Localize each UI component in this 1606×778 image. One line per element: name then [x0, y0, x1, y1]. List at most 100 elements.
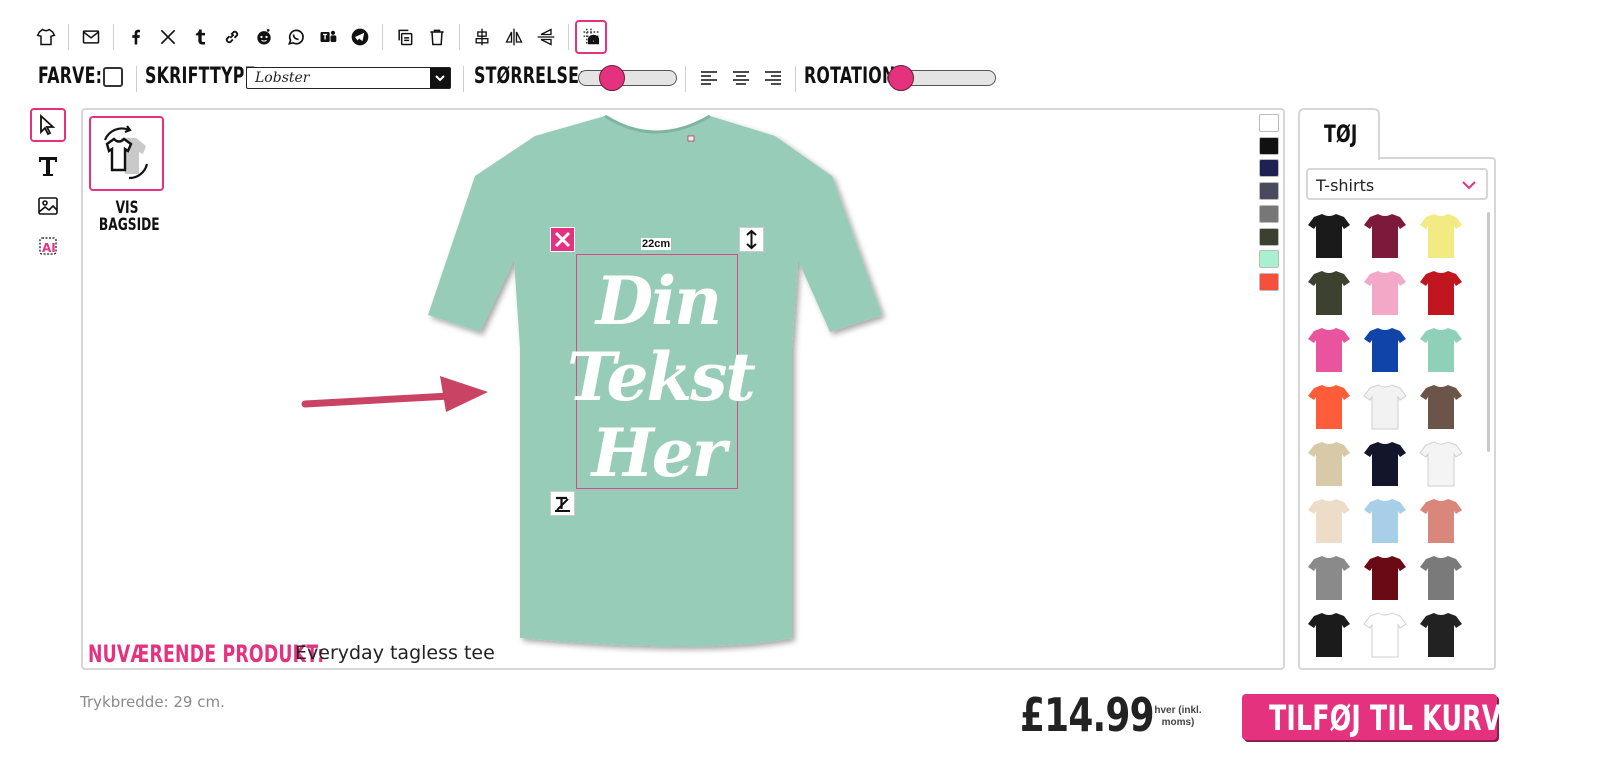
color-label: FARVE:: [38, 64, 103, 89]
print-width: Trykbredde: 29 cm.: [80, 693, 225, 711]
add-to-cart-label: TILFØJ TIL KURV: [1269, 699, 1502, 739]
product-thumbnail[interactable]: [1362, 496, 1408, 546]
resize-vertical-icon: [746, 229, 757, 250]
color-picker[interactable]: [103, 67, 123, 87]
edit-text-icon: [555, 496, 570, 512]
product-thumbnail[interactable]: [1362, 382, 1408, 432]
product-thumbnail[interactable]: [1362, 553, 1408, 603]
font-select[interactable]: Lobster: [246, 67, 451, 89]
swap-side-icon: [103, 125, 149, 180]
tab-clothes[interactable]: TØJ: [1298, 108, 1380, 160]
trash-icon[interactable]: [421, 20, 453, 54]
product-thumbnail[interactable]: [1418, 268, 1464, 318]
edit-element-button[interactable]: [550, 491, 575, 516]
price: £14.99: [1020, 688, 1155, 742]
product-thumbnail[interactable]: [1306, 610, 1352, 660]
align-center-text-icon[interactable]: [730, 67, 754, 89]
tab-clothes-label: TØJ: [1324, 120, 1358, 148]
color-swatch[interactable]: [1259, 182, 1279, 201]
flip-vertical-icon[interactable]: [530, 20, 562, 54]
text-icon[interactable]: [30, 149, 66, 183]
current-product: NUVÆRENDE PRODUKT: Everyday tagless tee: [88, 640, 495, 668]
pinterest-icon[interactable]: [216, 20, 248, 54]
copy-icon[interactable]: [389, 20, 421, 54]
show-back-label: VIS BAGSIDE: [88, 200, 166, 234]
flip-horizontal-icon[interactable]: [498, 20, 530, 54]
product-thumbnail[interactable]: [1418, 325, 1464, 375]
ai-icon[interactable]: AI: [30, 229, 66, 263]
color-swatch[interactable]: [1259, 159, 1279, 178]
product-thumbnail[interactable]: [1362, 439, 1408, 489]
current-product-label: NUVÆRENDE PRODUKT:: [88, 640, 325, 668]
pointer-icon[interactable]: [30, 108, 66, 142]
rotation-slider-knob[interactable]: [888, 65, 914, 91]
mail-icon[interactable]: [75, 20, 107, 54]
price-note-line2: moms): [1161, 717, 1195, 728]
design-text: Din Tekst Her: [567, 262, 756, 492]
reddit-icon[interactable]: [248, 20, 280, 54]
size-slider[interactable]: [578, 65, 677, 91]
product-thumbnail[interactable]: [1362, 268, 1408, 318]
align-right-icon[interactable]: [762, 67, 786, 89]
product-thumbnail[interactable]: [1418, 211, 1464, 261]
product-thumbnail[interactable]: [1362, 211, 1408, 261]
facebook-icon[interactable]: [120, 20, 152, 54]
text-align-group: [698, 67, 786, 89]
chevron-down-icon: [430, 68, 450, 88]
image-icon[interactable]: [30, 189, 66, 223]
product-thumbnail[interactable]: [1306, 382, 1352, 432]
close-icon: [554, 231, 571, 248]
category-select-value: T-shirts: [1316, 176, 1375, 195]
tumblr-icon[interactable]: [184, 20, 216, 54]
align-center-icon[interactable]: [466, 20, 498, 54]
color-swatch[interactable]: [1259, 250, 1279, 269]
dimension-label: 22cm: [641, 238, 672, 250]
share-toolbar: [30, 18, 607, 56]
price-note-line1: hver (inkl.: [1154, 705, 1202, 716]
category-select[interactable]: T-shirts: [1306, 168, 1488, 200]
font-select-value: Lobster: [255, 70, 310, 86]
current-product-name: Everyday tagless tee: [295, 642, 495, 664]
product-thumbnail[interactable]: [1418, 610, 1464, 660]
design-text-box[interactable]: Din Tekst Her: [567, 254, 756, 491]
color-swatch[interactable]: [1259, 227, 1279, 246]
tshirt-icon[interactable]: [30, 20, 62, 54]
color-swatch[interactable]: [1259, 114, 1279, 132]
product-thumbnail[interactable]: [1306, 496, 1352, 546]
align-left-icon[interactable]: [698, 67, 722, 89]
design-text-line-3: Her: [591, 414, 726, 492]
x-icon[interactable]: [152, 20, 184, 54]
panel-scrollbar[interactable]: [1487, 212, 1490, 452]
product-thumbnail[interactable]: [1418, 439, 1464, 489]
design-text-line-1: Din: [595, 262, 722, 340]
product-thumbnail[interactable]: [1306, 553, 1352, 603]
add-to-cart-button[interactable]: TILFØJ TIL KURV: [1242, 694, 1501, 740]
resize-handle[interactable]: [739, 227, 764, 252]
product-thumbnail[interactable]: [1306, 439, 1352, 489]
color-swatch[interactable]: [1259, 272, 1279, 291]
size-label: STØRRELSE:: [474, 64, 586, 89]
grid-helmet-icon[interactable]: [575, 20, 607, 54]
product-thumbnail[interactable]: [1306, 211, 1352, 261]
delete-element-button[interactable]: [550, 227, 575, 252]
telegram-icon[interactable]: [344, 20, 376, 54]
whatsapp-icon[interactable]: [280, 20, 312, 54]
color-swatch[interactable]: [1259, 136, 1279, 155]
price-note: hver (inkl. moms): [1148, 705, 1208, 729]
chevron-down-icon: [1462, 181, 1476, 190]
product-thumbnail[interactable]: [1418, 382, 1464, 432]
product-thumbnail[interactable]: [1418, 496, 1464, 546]
product-thumbnail[interactable]: [1362, 610, 1408, 660]
product-thumbnail[interactable]: [1418, 553, 1464, 603]
show-back-button[interactable]: [89, 116, 164, 191]
size-slider-knob[interactable]: [599, 65, 625, 91]
design-text-line-2: Tekst: [567, 338, 756, 416]
rotation-slider[interactable]: [887, 65, 996, 91]
product-thumbnail[interactable]: [1306, 268, 1352, 318]
font-label: SKRIFTTYPE:: [145, 64, 263, 89]
teams-icon[interactable]: [312, 20, 344, 54]
show-back-label-line2: BAGSIDE: [98, 215, 160, 235]
product-thumbnail[interactable]: [1362, 325, 1408, 375]
product-thumbnail[interactable]: [1306, 325, 1352, 375]
color-swatch[interactable]: [1259, 204, 1279, 223]
